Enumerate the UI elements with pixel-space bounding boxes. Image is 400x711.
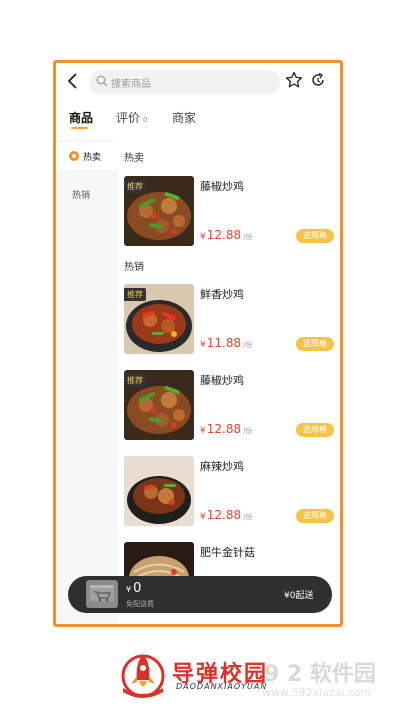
review-count: 0	[143, 116, 148, 124]
brand-subtitle: DAODANXIAOYUAN	[176, 682, 268, 691]
delivery-fee-note: 免配送费	[126, 600, 154, 608]
tab-goods[interactable]: 商品	[69, 109, 93, 126]
list-item[interactable]: 推荐 藤椒炒鸡 ¥12.88/份 选规格	[124, 176, 334, 248]
favorite-star-icon[interactable]	[285, 71, 303, 89]
section-title: 热卖	[124, 153, 144, 164]
list-item[interactable]: 麻辣炒鸡 ¥12.88/份 选规格	[124, 456, 334, 528]
watermark: 9 2 软件园 www.592xiazai.com	[258, 652, 398, 704]
select-spec-button[interactable]: 选规格	[296, 509, 334, 523]
product-price: ¥12.88/份	[200, 508, 253, 522]
top-bar: 搜索商品	[56, 63, 340, 99]
sidebar-item-label: 热卖	[83, 153, 102, 163]
sidebar-item-hot-sale[interactable]: 热卖	[56, 142, 118, 170]
product-image	[124, 456, 194, 526]
cart-total: ¥0	[126, 581, 142, 596]
product-name: 藤椒炒鸡	[200, 374, 244, 387]
select-spec-button[interactable]: 选规格	[296, 423, 334, 437]
list-item[interactable]: 推荐 藤椒炒鸡 ¥12.88/份 选规格	[124, 370, 334, 442]
app-frame: 搜索商品 商品 评价 0 商家 热卖 热销 热卖 推荐 藤椒炒鸡 ¥12.88/份…	[53, 60, 343, 627]
product-name: 肥牛金针菇	[200, 546, 255, 559]
recommend-tag: 推荐	[124, 180, 146, 193]
product-image: 推荐	[124, 284, 194, 354]
watermark-url: www.592xiazai.com	[262, 686, 372, 699]
rocket-logo-icon	[121, 654, 165, 698]
tab-merchant[interactable]: 商家	[172, 109, 196, 126]
product-price: ¥12.88/份	[200, 422, 253, 436]
list-item[interactable]: 推荐 鲜香炒鸡 ¥11.88/份 选规格	[124, 284, 334, 356]
share-icon[interactable]	[310, 72, 326, 88]
hot-icon	[69, 151, 79, 161]
category-sidebar: 热卖 热销	[56, 140, 118, 624]
select-spec-button[interactable]: 选规格	[296, 337, 334, 351]
recommend-tag: 推荐	[124, 374, 146, 387]
sidebar-item-best-seller[interactable]: 热销	[56, 180, 118, 208]
search-placeholder: 搜索商品	[111, 79, 151, 90]
active-tab-indicator	[71, 127, 88, 129]
product-price: ¥12.88/份	[200, 228, 253, 242]
section-title: 热销	[124, 262, 144, 273]
recommend-tag: 推荐	[124, 288, 146, 301]
sidebar-item-label: 热销	[72, 191, 91, 201]
cart-bar[interactable]: ¥0 免配送费 ¥0起送	[68, 576, 332, 613]
product-image: 推荐	[124, 176, 194, 246]
watermark-title: 9 2 软件园	[264, 662, 376, 687]
search-icon	[96, 75, 108, 87]
tab-reviews[interactable]: 评价 0	[116, 109, 147, 126]
minimum-order-label: ¥0起送	[284, 591, 314, 601]
search-input[interactable]: 搜索商品	[89, 70, 280, 94]
product-name: 麻辣炒鸡	[200, 460, 244, 473]
back-arrow-icon[interactable]	[66, 72, 80, 90]
product-name: 鲜香炒鸡	[200, 288, 244, 301]
tab-bar: 商品 评价 0 商家	[56, 103, 340, 133]
shopping-cart-icon[interactable]	[86, 580, 118, 608]
select-spec-button[interactable]: 选规格	[296, 229, 334, 243]
product-image: 推荐	[124, 370, 194, 440]
product-list: 热卖 推荐 藤椒炒鸡 ¥12.88/份 选规格 热销 推荐 鲜香炒鸡 ¥11.8…	[118, 140, 340, 624]
product-price: ¥11.88/份	[200, 336, 253, 350]
product-name: 藤椒炒鸡	[200, 180, 244, 193]
